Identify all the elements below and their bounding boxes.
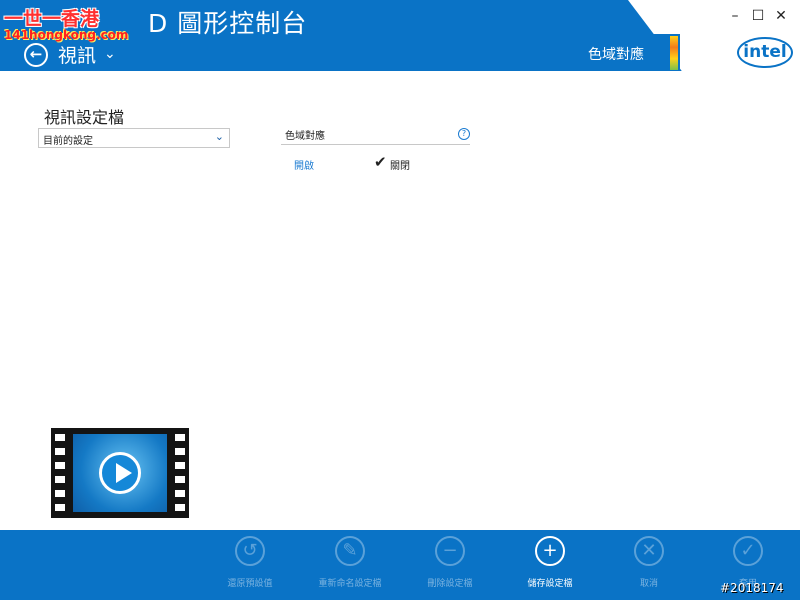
heat-strip: [670, 36, 678, 70]
video-thumbnail: [51, 428, 189, 518]
action-bar: ↺ 還原預設值 ✎ 重新命名設定檔 − 刪除設定檔 + 儲存設定檔 ✕ 取消 ✓…: [0, 530, 800, 600]
profile-dropdown-value: 目前的設定: [43, 136, 93, 147]
action-label: 重新命名設定檔: [318, 579, 382, 589]
image-stamp: #2018174: [720, 581, 784, 595]
delete-profile-button[interactable]: − 刪除設定檔: [402, 536, 498, 589]
color-gamut-label: 色域對應: [285, 131, 325, 142]
chevron-down-icon[interactable]: ⌄: [104, 46, 116, 62]
cancel-icon: ✕: [634, 536, 664, 566]
minimize-button[interactable]: –: [727, 8, 743, 24]
plus-icon: +: [535, 536, 565, 566]
cancel-button[interactable]: ✕ 取消: [601, 536, 697, 589]
watermark-text: 一世一香港: [4, 8, 100, 30]
check-icon: ✓: [733, 536, 763, 566]
pencil-icon: ✎: [335, 536, 365, 566]
minus-icon: −: [435, 536, 465, 566]
save-profile-button[interactable]: + 儲存設定檔: [502, 536, 598, 589]
profile-label: 視訊設定檔: [44, 108, 125, 127]
restore-icon: ↺: [235, 536, 265, 566]
option-off[interactable]: 關閉: [390, 157, 410, 172]
chevron-down-icon: ⌄: [214, 130, 224, 143]
option-on[interactable]: 開啟: [294, 157, 314, 172]
film-strip-right: [171, 428, 189, 518]
watermark: 一世一香港 141hongkong.com: [0, 0, 150, 48]
color-gamut-tab-label[interactable]: 色域對應: [588, 44, 644, 64]
action-label: 儲存設定檔: [527, 579, 573, 589]
film-strip-left: [51, 428, 69, 518]
action-label: 刪除設定檔: [427, 579, 473, 589]
check-icon: ✔: [374, 153, 387, 171]
divider: [281, 144, 470, 145]
restore-defaults-button[interactable]: ↺ 還原預設值: [202, 536, 298, 589]
maximize-button[interactable]: ☐: [750, 8, 766, 24]
profile-dropdown[interactable]: 目前的設定 ⌄: [38, 128, 230, 148]
rename-profile-button[interactable]: ✎ 重新命名設定檔: [302, 536, 398, 589]
video-screen: [73, 434, 167, 512]
help-icon[interactable]: ?: [458, 128, 470, 140]
app-title: D 圖形控制台: [148, 9, 308, 38]
play-icon: [99, 452, 141, 494]
close-button[interactable]: ✕: [773, 8, 789, 24]
action-label: 還原預設值: [227, 579, 273, 589]
intel-logo: intel: [737, 37, 793, 68]
action-label: 取消: [639, 579, 658, 589]
watermark-url: 141hongkong.com: [4, 28, 129, 42]
